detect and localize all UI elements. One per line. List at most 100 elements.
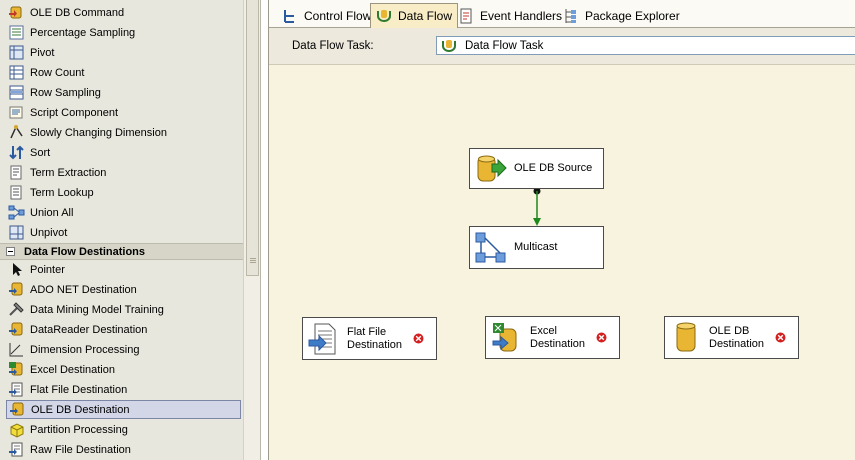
ole-db-command-icon — [9, 6, 22, 19]
sort-icon — [9, 145, 24, 160]
toolbox-item-label: Pivot — [30, 46, 55, 59]
component-flat-file-destination[interactable]: Flat File Destination — [302, 317, 437, 360]
toolbox-item-label: Pointer — [30, 263, 65, 276]
toolbox-item-dimension-processing[interactable]: Dimension Processing — [6, 340, 241, 359]
dimension-processing-icon — [9, 343, 23, 357]
union-all-icon — [8, 205, 25, 220]
toolbox-scrollbar[interactable] — [243, 0, 260, 460]
row-sampling-icon — [9, 85, 24, 100]
component-label-line2: Destination — [347, 338, 403, 351]
toolbox-item-ado-net-destination[interactable]: ADO NET Destination — [6, 280, 241, 299]
component-label-line1: Flat File — [347, 325, 387, 338]
toolbox-item-label: Excel Destination — [30, 363, 115, 376]
toolbox-item-label: Dimension Processing — [30, 343, 140, 356]
toolbox-item-excel-destination[interactable]: Excel Destination — [6, 360, 241, 379]
toolbox-item-union-all[interactable]: Union All — [6, 203, 241, 222]
data-flow-canvas[interactable]: OLE DB Source Multicast Flat File Destina… — [269, 66, 855, 460]
toolbox-item-label: Script Component — [30, 106, 119, 119]
tab-label: Control Flow — [304, 8, 372, 23]
component-label: OLE DB Source — [514, 162, 593, 174]
toolbox-item-label: Raw File Destination — [30, 443, 131, 456]
excel-destination-icon — [9, 362, 23, 376]
row-count-icon — [9, 65, 24, 80]
tab-control-flow[interactable]: Control Flow — [277, 4, 376, 27]
toolbox-item-label: OLE DB Destination — [31, 403, 130, 416]
toolbox-item-label: Row Count — [30, 66, 85, 79]
tab-event-handlers[interactable]: Event Handlers — [453, 4, 567, 27]
toolbox-item-pivot[interactable]: Pivot — [6, 43, 241, 62]
toolbox-item-label: Sort — [30, 146, 51, 159]
toolbox-item-slowly-changing-dimension[interactable]: Slowly Changing Dimension — [6, 123, 241, 142]
toolbox-item-unpivot[interactable]: Unpivot — [6, 223, 241, 242]
component-ole-db-destination[interactable]: OLE DB Destination — [664, 316, 799, 359]
toolbox-item-script-component[interactable]: Script Component — [6, 103, 241, 122]
toolbox-item-label: Term Lookup — [30, 186, 94, 199]
designer-tabs: Control Flow Data Flow Event Handlers Pa… — [269, 0, 855, 28]
path-arrow-icon — [533, 218, 541, 226]
toolbox-item-row-count[interactable]: Row Count — [6, 63, 241, 82]
scrollbar-thumb[interactable] — [246, 0, 259, 276]
toolbox-item-row-sampling[interactable]: Row Sampling — [6, 83, 241, 102]
component-multicast[interactable]: Multicast — [469, 226, 604, 269]
flat-file-destination-icon — [9, 382, 23, 397]
component-label-line2: Destination — [709, 337, 765, 350]
data-flow-task-bar: Data Flow Task: Data Flow Task — [269, 28, 855, 65]
partition-processing-icon — [10, 423, 24, 438]
toolbox-item-raw-file-destination[interactable]: Raw File Destination — [6, 440, 241, 459]
term-lookup-icon — [10, 185, 22, 200]
tab-label: Package Explorer — [585, 8, 680, 23]
toolbox-item-label: OLE DB Command — [30, 6, 125, 19]
tab-data-flow[interactable]: Data Flow — [370, 3, 459, 28]
toolbox-list: OLE DB Command Percentage Sampling Pivot… — [0, 0, 243, 460]
error-icon[interactable] — [596, 332, 607, 343]
toolbox-item-partition-processing[interactable]: Partition Processing — [6, 420, 241, 439]
excel-destination-icon — [492, 322, 517, 351]
toolbox-item-label: ADO NET Destination — [30, 283, 137, 296]
collapse-icon[interactable] — [6, 247, 15, 256]
data-flow-task-value: Data Flow Task — [465, 39, 544, 52]
toolbox-item-data-mining-model-training[interactable]: Data Mining Model Training — [6, 300, 241, 319]
toolbox-item-term-extraction[interactable]: Term Extraction — [6, 163, 241, 182]
toolbox-item-percentage-sampling[interactable]: Percentage Sampling — [6, 23, 241, 42]
toolbox-panel: OLE DB Command Percentage Sampling Pivot… — [0, 0, 261, 460]
tab-package-explorer[interactable]: Package Explorer — [558, 4, 685, 27]
component-excel-destination[interactable]: Excel Destination — [485, 316, 620, 359]
toolbox-item-label: Percentage Sampling — [30, 26, 136, 39]
component-label: OLE DB Destination — [709, 325, 764, 351]
multicast-icon — [475, 232, 506, 262]
data-flow-icon — [377, 10, 391, 23]
package-designer: Control Flow Data Flow Event Handlers Pa… — [268, 0, 855, 460]
toolbox-item-ole-db-command[interactable]: OLE DB Command — [6, 3, 241, 22]
toolbox-item-label: Data Mining Model Training — [30, 303, 164, 316]
toolbox-item-label: Flat File Destination — [30, 383, 128, 396]
toolbox-item-pointer[interactable]: Pointer — [6, 260, 241, 279]
tab-label: Data Flow — [398, 9, 453, 23]
group-title: Data Flow Destinations — [24, 245, 146, 258]
error-icon[interactable] — [413, 333, 424, 344]
datareader-destination-icon — [9, 322, 23, 336]
slowly-changing-dimension-icon — [10, 125, 23, 139]
ole-db-source-icon — [477, 155, 507, 181]
event-handlers-icon — [460, 8, 472, 23]
flat-file-destination-icon — [308, 323, 336, 354]
ole-db-destination-icon — [10, 402, 24, 416]
data-flow-task-label: Data Flow Task: — [292, 40, 374, 52]
toolbox-item-label: Union All — [30, 206, 74, 219]
component-label: Multicast — [514, 241, 558, 253]
script-component-icon — [9, 106, 23, 119]
toolbox-item-sort[interactable]: Sort — [6, 143, 241, 162]
data-mining-icon — [9, 302, 24, 316]
toolbox-item-flat-file-destination[interactable]: Flat File Destination — [6, 380, 241, 399]
toolbox-item-term-lookup[interactable]: Term Lookup — [6, 183, 241, 202]
toolbox-item-ole-db-destination[interactable]: OLE DB Destination — [6, 400, 241, 419]
raw-file-destination-icon — [9, 442, 23, 457]
error-icon[interactable] — [775, 332, 786, 343]
percentage-sampling-icon — [9, 25, 24, 40]
component-label: Flat File Destination — [347, 326, 402, 352]
component-ole-db-source[interactable]: OLE DB Source — [469, 148, 604, 189]
unpivot-icon — [9, 225, 24, 240]
toolbox-group-data-flow-destinations[interactable]: Data Flow Destinations — [0, 243, 243, 260]
data-flow-task-select[interactable]: Data Flow Task — [436, 36, 855, 55]
toolbox-item-datareader-destination[interactable]: DataReader Destination — [6, 320, 241, 339]
component-label-line2: Destination — [530, 337, 586, 350]
